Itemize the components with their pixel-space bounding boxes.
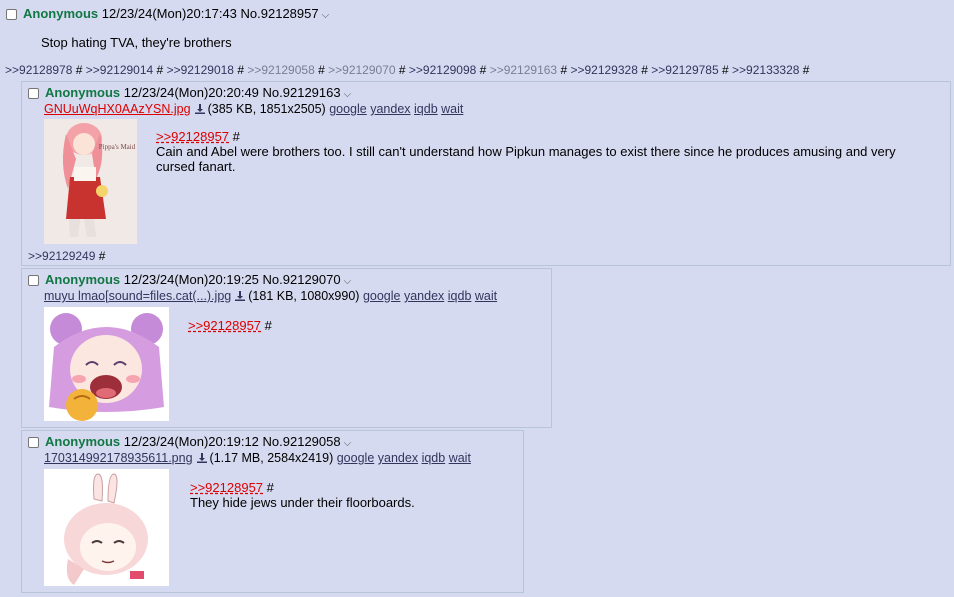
quote-link[interactable]: >>92128957	[190, 480, 263, 495]
download-icon[interactable]	[196, 453, 207, 463]
post-thumbnail[interactable]: Pippa's Maid	[44, 119, 137, 244]
backlink[interactable]: >>92129014	[86, 63, 153, 77]
op-select-checkbox[interactable]	[6, 9, 17, 20]
post-number[interactable]: No.92129058	[263, 434, 341, 449]
file-link[interactable]: GNUuWqHX0AAzYSN.jpg	[44, 102, 191, 116]
quote-link[interactable]: >>92128957	[156, 129, 229, 144]
quote-hash[interactable]: #	[265, 318, 272, 333]
post-datetime: 12/23/24(Mon)20:17:43	[101, 6, 237, 21]
iqdb-search-link[interactable]: iqdb	[422, 451, 446, 465]
post-menu-chevron-icon[interactable]: ⌵	[322, 10, 330, 21]
file-details: (385 KB, 1851x2505)	[207, 102, 326, 116]
file-link[interactable]: muyu lmao[sound=files.cat(...).jpg	[44, 289, 231, 303]
iqdb-search-link[interactable]: iqdb	[414, 102, 438, 116]
op-post: Anonymous 12/23/24(Mon)20:17:43 No.92128…	[6, 4, 946, 50]
backlink[interactable]: >>92129249	[28, 249, 95, 263]
yandex-search-link[interactable]: yandex	[378, 451, 418, 465]
backlink-hash[interactable]: #	[641, 63, 648, 77]
google-search-link[interactable]: google	[337, 451, 375, 465]
poster-name: Anonymous	[23, 6, 99, 21]
post-text: They hide jews under their floorboards.	[190, 495, 415, 510]
file-info: GNUuWqHX0AAzYSN.jpg (385 KB, 1851x2505) g…	[44, 101, 463, 117]
yandex-search-link[interactable]: yandex	[370, 102, 410, 116]
reply-header: Anonymous 12/23/24(Mon)20:19:25 No.92129…	[28, 271, 351, 289]
file-details: (1.17 MB, 2584x2419)	[209, 451, 334, 465]
backlink-hash[interactable]: #	[237, 63, 244, 77]
backlink-hash[interactable]: #	[803, 63, 810, 77]
backlink[interactable]: >>92129018	[167, 63, 234, 77]
post-thumbnail[interactable]	[44, 307, 169, 421]
file-details: (181 KB, 1080x990)	[248, 289, 360, 303]
poster-name: Anonymous	[45, 272, 121, 287]
file-link[interactable]: 1703149921789356​11.png	[44, 451, 193, 465]
reply-header: Anonymous 12/23/24(Mon)20:19:12 No.92129…	[28, 433, 351, 451]
poster-name: Anonymous	[45, 434, 121, 449]
backlink-hash[interactable]: #	[480, 63, 487, 77]
post-menu-chevron-icon[interactable]: ⌵	[344, 89, 352, 100]
reply-post: Anonymous 12/23/24(Mon)20:20:49 No.92129…	[21, 81, 951, 266]
backlink-hash[interactable]: #	[99, 249, 106, 263]
backlink[interactable]: >>92129058	[247, 63, 314, 77]
post-number[interactable]: No.92128957	[241, 6, 319, 21]
wait-search-link[interactable]: wait	[475, 289, 497, 303]
backlink[interactable]: >>92129785	[651, 63, 718, 77]
backlink-hash[interactable]: #	[318, 63, 325, 77]
post-number[interactable]: No.92129070	[263, 272, 341, 287]
backlink-hash[interactable]: #	[399, 63, 406, 77]
op-message: Stop hating TVA, they're brothers	[41, 35, 232, 50]
file-info: muyu lmao[sound=files.cat(...).jpg (181 K…	[44, 288, 497, 304]
reply-backlink: >>92129249 #	[28, 249, 105, 263]
backlink[interactable]: >>92129328	[570, 63, 637, 77]
backlink[interactable]: >>92128978	[5, 63, 72, 77]
post-text: Cain and Abel were brothers too. I still…	[156, 144, 896, 174]
reply-header: Anonymous 12/23/24(Mon)20:20:49 No.92129…	[28, 84, 351, 102]
backlink-hash[interactable]: #	[722, 63, 729, 77]
reply-select-checkbox[interactable]	[28, 437, 39, 448]
yandex-search-link[interactable]: yandex	[404, 289, 444, 303]
quote-hash[interactable]: #	[267, 480, 274, 495]
wait-search-link[interactable]: wait	[449, 451, 471, 465]
backlink[interactable]: >>92129163	[490, 63, 557, 77]
thumbnail-text: Pippa's Maid	[99, 143, 136, 151]
post-datetime: 12/23/24(Mon)20:20:49	[123, 85, 259, 100]
poster-name: Anonymous	[45, 85, 121, 100]
backlink[interactable]: >>92133328	[732, 63, 799, 77]
quote-link[interactable]: >>92128957	[188, 318, 261, 333]
post-menu-chevron-icon[interactable]: ⌵	[344, 276, 352, 287]
post-body: >>92128957 # Cain and Abel were brothers…	[156, 129, 916, 174]
op-header: Anonymous 12/23/24(Mon)20:17:43 No.92128…	[6, 4, 946, 24]
wait-search-link[interactable]: wait	[441, 102, 463, 116]
quote-hash[interactable]: #	[233, 129, 240, 144]
reply-post: Anonymous 12/23/24(Mon)20:19:25 No.92129…	[21, 268, 552, 428]
reply-select-checkbox[interactable]	[28, 275, 39, 286]
post-number[interactable]: No.92129163	[263, 85, 341, 100]
post-menu-chevron-icon[interactable]: ⌵	[344, 438, 352, 449]
backlink-hash[interactable]: #	[76, 63, 83, 77]
backlink-hash[interactable]: #	[560, 63, 567, 77]
iqdb-search-link[interactable]: iqdb	[448, 289, 472, 303]
backlink-hash[interactable]: #	[157, 63, 164, 77]
post-thumbnail[interactable]	[44, 469, 169, 586]
reply-select-checkbox[interactable]	[28, 88, 39, 99]
download-icon[interactable]	[194, 104, 205, 114]
google-search-link[interactable]: google	[363, 289, 401, 303]
google-search-link[interactable]: google	[329, 102, 367, 116]
backlink[interactable]: >>92129098	[409, 63, 476, 77]
reply-post: Anonymous 12/23/24(Mon)20:19:12 No.92129…	[21, 430, 524, 593]
backlink[interactable]: >>92129070	[328, 63, 395, 77]
post-body: >>92128957 #	[188, 318, 528, 333]
file-info: 1703149921789356​11.png (1.17 MB, 2584x24…	[44, 450, 471, 466]
post-datetime: 12/23/24(Mon)20:19:12	[123, 434, 259, 449]
download-icon[interactable]	[235, 291, 246, 301]
post-datetime: 12/23/24(Mon)20:19:25	[123, 272, 259, 287]
op-backlinks: >>92128978 # >>92129014 # >>92129018 # >…	[5, 63, 809, 77]
post-body: >>92128957 # They hide jews under their …	[190, 480, 510, 510]
